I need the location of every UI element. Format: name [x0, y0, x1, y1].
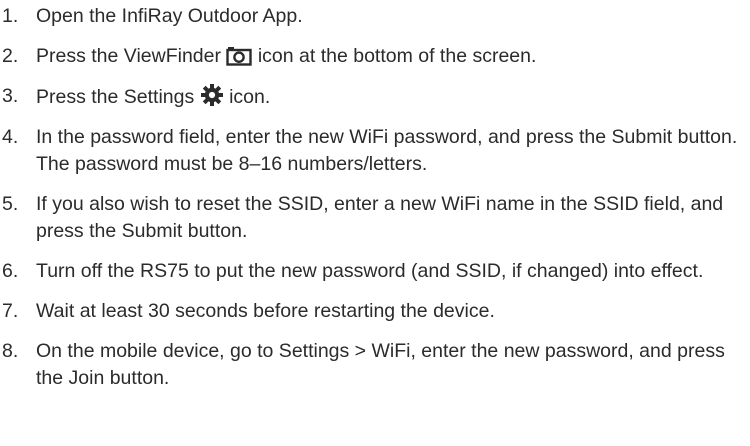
step-text: Press the Settings icon.: [28, 83, 750, 111]
step-text: If you also wish to reset the SSID, ente…: [36, 193, 724, 242]
step-number: 7.: [2, 300, 19, 322]
step-number: 8.: [2, 340, 19, 362]
step-number: 1.: [2, 5, 19, 27]
step-2: 2. Press the ViewFinder icon at the bott…: [0, 43, 750, 70]
step-5: 5. If you also wish to reset the SSID, e…: [0, 191, 750, 245]
step-8: 8. On the mobile device, go to Settings …: [0, 338, 750, 392]
instruction-steps: 1. Open the InfiRay Outdoor App. 2. Pres…: [0, 3, 750, 405]
step-number: 4.: [2, 126, 19, 148]
camera-icon: [226, 46, 253, 66]
gear-icon: [200, 83, 224, 107]
step-text-after: icon at the bottom of the screen.: [257, 45, 537, 67]
step-text-before: Press the ViewFinder: [36, 45, 221, 67]
step-number: 3.: [2, 85, 19, 107]
step-text: Wait at least 30 seconds before restarti…: [36, 300, 495, 322]
step-4: 4. In the password field, enter the new …: [0, 124, 750, 178]
step-text: On the mobile device, go to Settings > W…: [36, 340, 725, 389]
step-1: 1. Open the InfiRay Outdoor App.: [0, 3, 750, 30]
step-text: In the password field, enter the new WiF…: [36, 126, 738, 175]
step-6: 6. Turn off the RS75 to put the new pass…: [0, 258, 750, 285]
step-text: Turn off the RS75 to put the new passwor…: [36, 260, 704, 282]
step-3: 3. Press the Settings icon.: [0, 83, 750, 111]
step-number: 5.: [2, 193, 19, 215]
step-text-before: Press the Settings: [36, 86, 195, 108]
step-text: Press the ViewFinder icon at the bottom …: [28, 43, 750, 70]
step-text: Open the InfiRay Outdoor App.: [36, 5, 303, 27]
step-number: 2.: [2, 45, 19, 67]
step-text-after: icon.: [229, 86, 271, 108]
step-7: 7. Wait at least 30 seconds before resta…: [0, 298, 750, 325]
step-number: 6.: [2, 260, 19, 282]
